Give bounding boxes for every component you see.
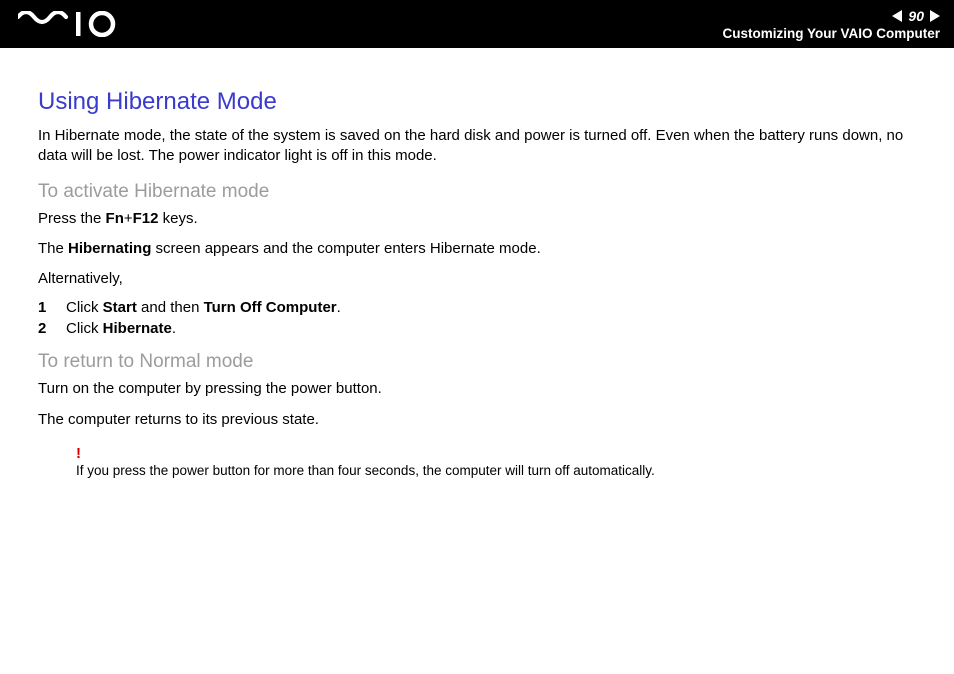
page-title: Using Hibernate Mode <box>38 88 924 116</box>
text: Click <box>66 299 103 316</box>
warning-icon: ! <box>76 446 924 461</box>
step-number: 2 <box>38 320 66 337</box>
page-nav: 90 <box>892 8 940 24</box>
page-content: Using Hibernate Mode In Hibernate mode, … <box>0 48 954 508</box>
step-text: Click Start and then Turn Off Computer. <box>66 299 341 316</box>
text: screen appears and the computer enters H… <box>151 240 540 257</box>
activate-press-line: Press the Fn+F12 keys. <box>38 209 924 229</box>
return-heading: To return to Normal mode <box>38 351 924 373</box>
list-item: 2 Click Hibernate. <box>38 320 924 337</box>
key-fn: Fn <box>106 210 124 227</box>
text: Press the <box>38 210 106 227</box>
next-page-icon[interactable] <box>930 10 940 22</box>
text: keys. <box>158 210 197 227</box>
return-line2: The computer returns to its previous sta… <box>38 410 924 430</box>
text: and then <box>137 299 204 316</box>
vaio-logo <box>18 11 138 37</box>
bold-hibernate: Hibernate <box>103 320 172 337</box>
header-right: 90 Customizing Your VAIO Computer <box>722 8 940 41</box>
header-bar: 90 Customizing Your VAIO Computer <box>0 0 954 48</box>
intro-paragraph: In Hibernate mode, the state of the syst… <box>38 126 924 167</box>
text: . <box>172 320 176 337</box>
text: Click <box>66 320 103 337</box>
return-line1: Turn on the computer by pressing the pow… <box>38 379 924 399</box>
section-label: Customizing Your VAIO Computer <box>722 26 940 41</box>
activate-screen-line: The Hibernating screen appears and the c… <box>38 239 924 259</box>
step-number: 1 <box>38 299 66 316</box>
activate-alternatively: Alternatively, <box>38 269 924 289</box>
bold-turnoff: Turn Off Computer <box>204 299 337 316</box>
step-text: Click Hibernate. <box>66 320 176 337</box>
activate-heading: To activate Hibernate mode <box>38 181 924 203</box>
warning-text: If you press the power button for more t… <box>76 463 924 478</box>
prev-page-icon[interactable] <box>892 10 902 22</box>
bold-start: Start <box>103 299 137 316</box>
warning-note: ! If you press the power button for more… <box>76 446 924 478</box>
list-item: 1 Click Start and then Turn Off Computer… <box>38 299 924 316</box>
bold-hibernating: Hibernating <box>68 240 151 257</box>
text: . <box>337 299 341 316</box>
page-number: 90 <box>908 8 924 24</box>
key-f12: F12 <box>133 210 159 227</box>
text: + <box>124 210 133 227</box>
activate-steps: 1 Click Start and then Turn Off Computer… <box>38 299 924 337</box>
text: The <box>38 240 68 257</box>
